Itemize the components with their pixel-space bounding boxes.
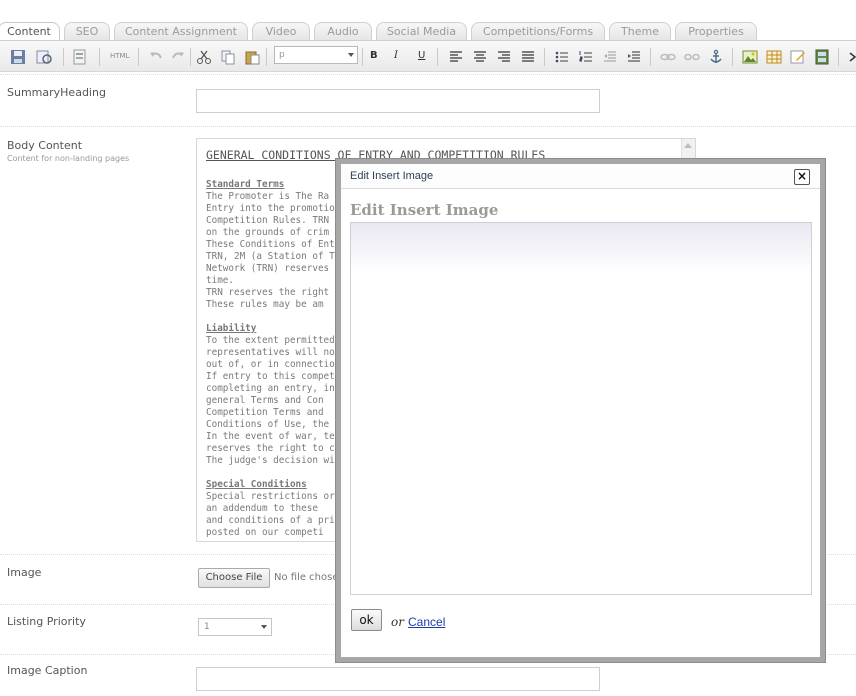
- outdent-icon[interactable]: [602, 49, 618, 65]
- ok-button[interactable]: ok: [351, 609, 382, 631]
- editor-toolbar: HTML B I U: [0, 40, 856, 72]
- tab-theme[interactable]: Theme: [609, 22, 671, 40]
- chevron-down-icon: [348, 53, 354, 57]
- save-icon[interactable]: [10, 49, 26, 65]
- dialog-title: Edit Insert Image: [350, 170, 434, 182]
- bulleted-list-icon[interactable]: [554, 49, 570, 65]
- listing-priority-label: Listing Priority: [7, 615, 86, 628]
- tab-video[interactable]: Video: [252, 22, 310, 40]
- image-label: Image: [7, 566, 42, 579]
- cancel-link[interactable]: Cancel: [408, 615, 445, 629]
- undo-icon[interactable]: [148, 49, 164, 65]
- more-icon[interactable]: [845, 49, 856, 65]
- chevron-down-icon: [261, 625, 267, 629]
- summary-heading-label: SummaryHeading: [7, 86, 106, 99]
- tab-audio[interactable]: Audio: [314, 22, 372, 40]
- format-select[interactable]: p: [274, 46, 358, 64]
- table-icon[interactable]: [766, 49, 782, 65]
- dialog-content-frame[interactable]: [350, 222, 812, 595]
- anchor-icon[interactable]: [708, 49, 724, 65]
- templates-icon[interactable]: [72, 49, 88, 65]
- dialog-heading: Edit Insert Image: [350, 201, 499, 219]
- image-caption-input[interactable]: [196, 667, 600, 691]
- insert-image-icon[interactable]: [742, 49, 758, 65]
- tab-content-assignment[interactable]: Content Assignment: [114, 22, 248, 40]
- underline-icon[interactable]: U: [418, 50, 425, 61]
- preview-icon[interactable]: [36, 49, 52, 65]
- listing-priority-value: 1: [204, 622, 210, 632]
- body-content-hint: Content for non-landing pages: [7, 154, 130, 163]
- italic-icon[interactable]: I: [394, 50, 398, 61]
- format-select-value: p: [279, 50, 285, 60]
- edit-insert-image-dialog: Edit Insert Image × Edit Insert Image ok…: [336, 159, 825, 662]
- copy-icon[interactable]: [220, 49, 236, 65]
- align-right-icon[interactable]: [496, 49, 512, 65]
- edit-icon[interactable]: [790, 49, 806, 65]
- tab-bar: Content SEO Content Assignment Video Aud…: [0, 0, 856, 41]
- summary-heading-row: SummaryHeading: [0, 74, 856, 126]
- close-icon[interactable]: ×: [794, 169, 810, 185]
- tab-social-media[interactable]: Social Media: [376, 22, 467, 40]
- image-caption-label: Image Caption: [7, 664, 88, 677]
- choose-file-button[interactable]: Choose File: [198, 568, 270, 588]
- source-html-icon[interactable]: HTML: [110, 52, 129, 60]
- redo-icon[interactable]: [170, 49, 186, 65]
- tab-properties[interactable]: Properties: [675, 22, 757, 40]
- indent-icon[interactable]: [626, 49, 642, 65]
- tab-competitions-forms[interactable]: Competitions/Forms: [471, 22, 605, 40]
- align-center-icon[interactable]: [472, 49, 488, 65]
- media-icon[interactable]: [814, 49, 830, 65]
- cut-icon[interactable]: [196, 49, 212, 65]
- link-icon[interactable]: [660, 49, 676, 65]
- align-left-icon[interactable]: [448, 49, 464, 65]
- bold-icon[interactable]: B: [370, 50, 378, 61]
- tab-content[interactable]: Content: [0, 22, 60, 41]
- body-content-label: Body Content: [7, 139, 83, 152]
- dialog-title-bar[interactable]: Edit Insert Image ×: [341, 164, 820, 189]
- no-file-chosen-text: No file chose: [274, 572, 339, 583]
- paste-icon[interactable]: [244, 49, 260, 65]
- numbered-list-icon[interactable]: [578, 49, 594, 65]
- listing-priority-select[interactable]: 1: [198, 618, 272, 636]
- justify-icon[interactable]: [520, 49, 536, 65]
- tab-seo[interactable]: SEO: [64, 22, 110, 40]
- or-text: or: [391, 615, 404, 629]
- unlink-icon[interactable]: [684, 49, 700, 65]
- scroll-up-icon[interactable]: [684, 143, 692, 148]
- summary-heading-input[interactable]: [196, 89, 600, 113]
